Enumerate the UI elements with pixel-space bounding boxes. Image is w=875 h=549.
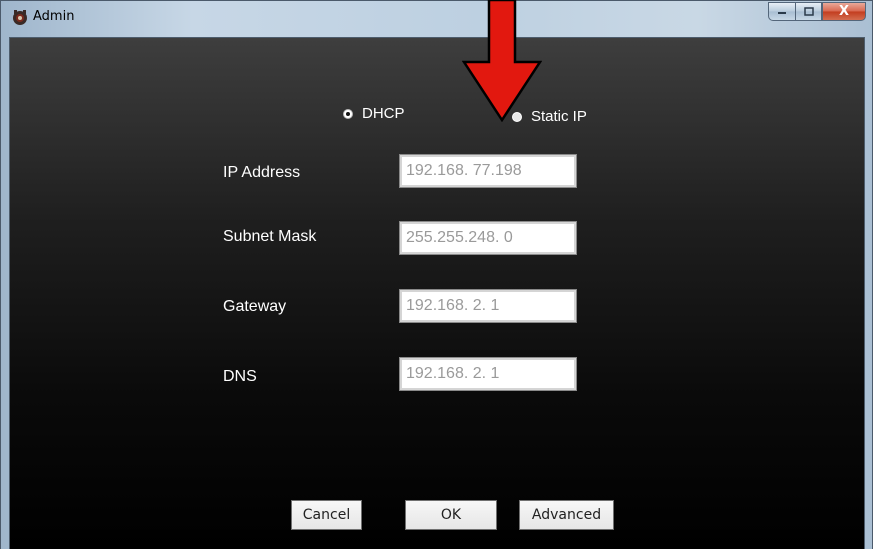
admin-window: Admin X DHCP Static IP IP Address 192.16… [0,0,873,549]
close-button[interactable]: X [822,2,866,21]
advanced-button[interactable]: Advanced [519,500,614,530]
settings-panel: DHCP Static IP IP Address 192.168. 77.19… [9,37,865,549]
maximize-button[interactable] [795,2,822,21]
window-title: Admin [33,9,75,24]
subnet-mask-input[interactable]: 255.255.248. 0 [399,221,577,255]
title-bar[interactable]: Admin X [1,1,872,37]
dns-input[interactable]: 192.168. 2. 1 [399,357,577,391]
ok-button[interactable]: OK [405,500,497,530]
close-icon: X [838,4,850,19]
dhcp-radio[interactable]: DHCP [343,105,405,122]
minimize-icon [778,11,786,14]
dhcp-radio-label: DHCP [362,105,405,122]
ip-address-input[interactable]: 192.168. 77.198 [399,154,577,188]
maximize-icon [803,7,814,16]
dns-label: DNS [223,368,257,385]
subnet-mask-label: Subnet Mask [223,228,317,245]
minimize-button[interactable] [768,2,795,21]
window-controls: X [768,2,866,21]
cancel-button[interactable]: Cancel [291,500,362,530]
dhcp-radio-indicator [343,108,353,119]
gateway-input[interactable]: 192.168. 2. 1 [399,289,577,323]
gateway-label: Gateway [223,298,287,315]
app-icon [13,10,27,25]
ip-address-label: IP Address [223,164,301,181]
red-arrow-icon [462,0,542,122]
